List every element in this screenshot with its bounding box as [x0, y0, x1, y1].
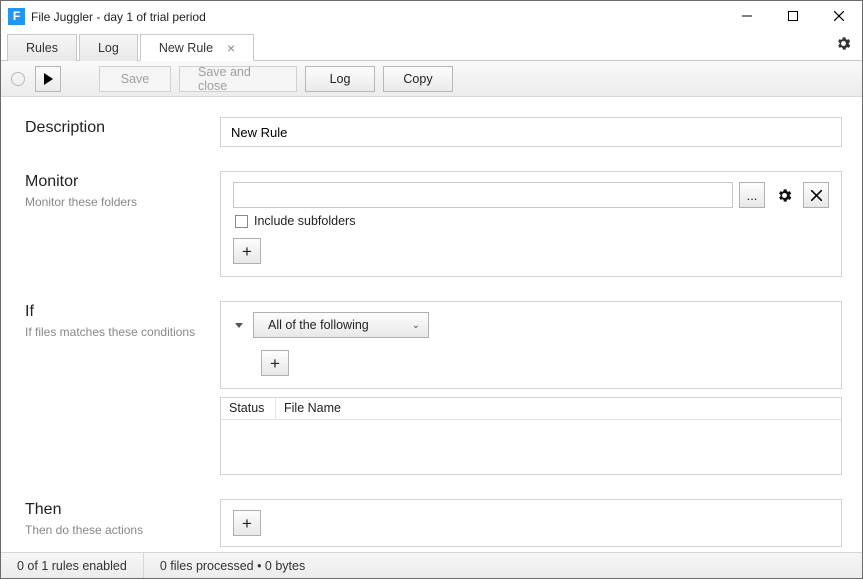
monitor-panel: ... Include subfolders + — [220, 171, 842, 277]
include-subfolders-checkbox[interactable] — [235, 215, 248, 228]
status-bar: 0 of 1 rules enabled 0 files processed •… — [1, 552, 862, 578]
expand-toggle-icon[interactable] — [235, 323, 243, 328]
settings-button[interactable] — [835, 35, 852, 55]
tab-rules[interactable]: Rules — [7, 34, 77, 61]
add-action-button[interactable]: + — [233, 510, 261, 536]
include-subfolders-label: Include subfolders — [254, 214, 355, 228]
remove-folder-button[interactable] — [803, 182, 829, 208]
if-sublabel: If files matches these conditions — [25, 325, 220, 339]
gear-icon — [835, 35, 852, 52]
gear-icon — [776, 187, 793, 204]
toolbar: Save Save and close Log Copy — [1, 61, 862, 97]
condition-mode-select[interactable]: All of the following ⌄ — [253, 312, 429, 338]
copy-button[interactable]: Copy — [383, 66, 453, 92]
tab-close-icon[interactable]: × — [227, 41, 235, 55]
save-button[interactable]: Save — [99, 66, 171, 92]
if-label: If — [25, 303, 220, 321]
save-and-close-button[interactable]: Save and close — [179, 66, 297, 92]
description-input[interactable] — [220, 117, 842, 147]
browse-folder-button[interactable]: ... — [739, 182, 765, 208]
content-area: Description Monitor Monitor these folder… — [1, 97, 862, 552]
conditions-panel: All of the following ⌄ + — [220, 301, 842, 389]
add-condition-button[interactable]: + — [261, 350, 289, 376]
status-files-processed: 0 files processed • 0 bytes — [144, 553, 321, 578]
actions-panel: + — [220, 499, 842, 547]
log-button[interactable]: Log — [305, 66, 375, 92]
close-button[interactable] — [816, 2, 862, 31]
preview-table: Status File Name — [220, 397, 842, 475]
then-label: Then — [25, 501, 220, 519]
add-folder-button[interactable]: + — [233, 238, 261, 264]
description-label: Description — [25, 119, 220, 137]
maximize-button[interactable] — [770, 2, 816, 31]
tab-log[interactable]: Log — [79, 34, 138, 61]
column-header-filename[interactable]: File Name — [276, 398, 841, 419]
chevron-down-icon: ⌄ — [412, 320, 420, 331]
monitor-sublabel: Monitor these folders — [25, 195, 220, 209]
close-icon — [811, 190, 822, 201]
column-header-status[interactable]: Status — [221, 398, 276, 419]
app-window: F File Juggler - day 1 of trial period R… — [0, 0, 863, 579]
play-icon — [44, 73, 53, 85]
folder-settings-button[interactable] — [771, 182, 797, 208]
tab-new-rule[interactable]: New Rule × — [140, 34, 254, 61]
monitor-label: Monitor — [25, 173, 220, 191]
app-icon: F — [8, 8, 25, 25]
minimize-button[interactable] — [724, 2, 770, 31]
tab-strip: Rules Log New Rule × — [1, 31, 862, 61]
status-rules-enabled: 0 of 1 rules enabled — [1, 553, 144, 578]
title-bar: F File Juggler - day 1 of trial period — [1, 1, 862, 31]
then-sublabel: Then do these actions — [25, 523, 220, 537]
folder-path-input[interactable] — [233, 182, 733, 208]
run-button[interactable] — [35, 66, 61, 92]
rule-enabled-toggle[interactable] — [11, 72, 25, 86]
window-title: File Juggler - day 1 of trial period — [31, 9, 724, 24]
